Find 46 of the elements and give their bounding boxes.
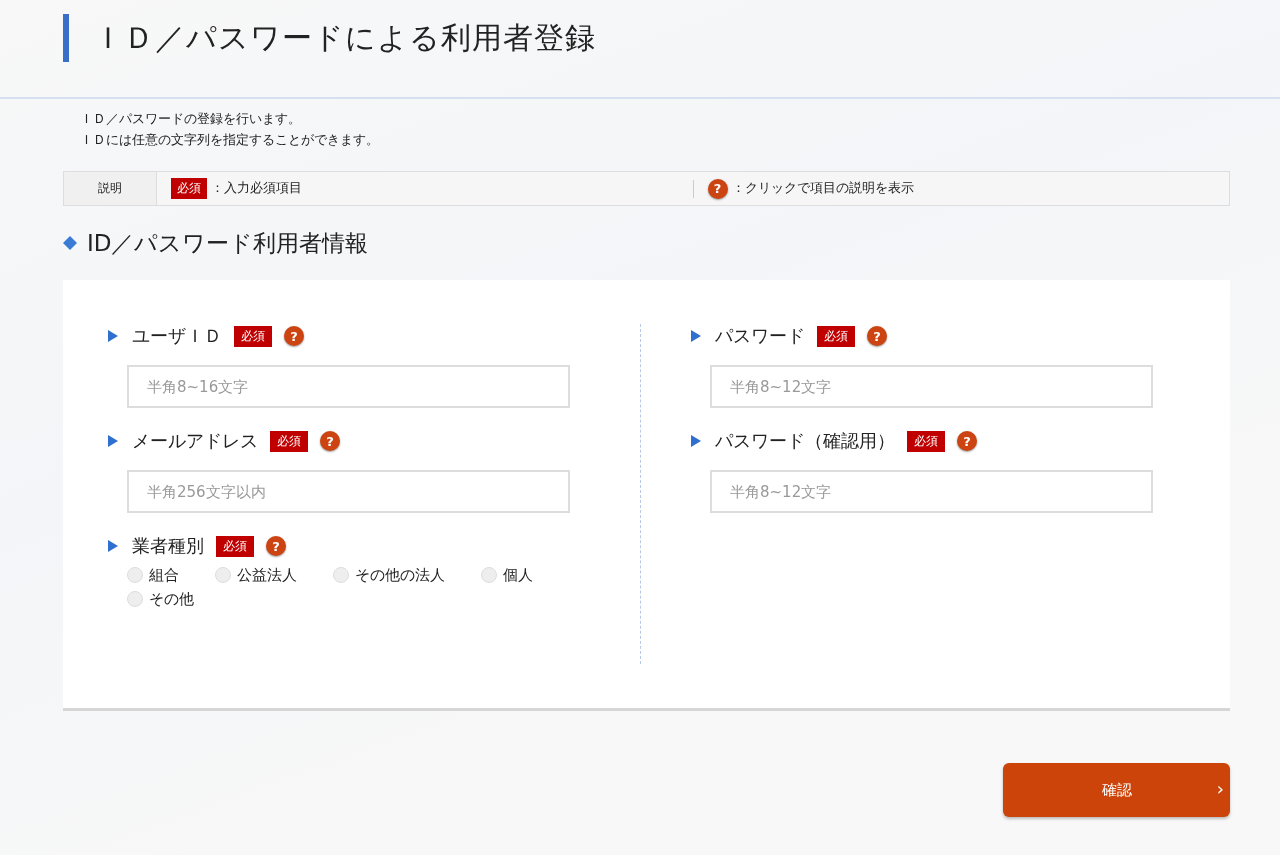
input-field[interactable]: 半角8~12文字: [710, 470, 1153, 513]
required-badge: 必須: [216, 535, 254, 557]
radio-label[interactable]: 組合: [149, 565, 179, 585]
diamond-icon: [63, 236, 77, 250]
required-badge: 必須: [817, 325, 855, 347]
field-label: パスワード（確認用）: [715, 429, 895, 453]
input-field[interactable]: 半角8~16文字: [127, 365, 570, 408]
required-badge: 必須: [234, 325, 272, 347]
radio-label[interactable]: その他の法人: [355, 565, 445, 585]
radio-button[interactable]: [127, 567, 143, 583]
field-label: 業者種別: [132, 534, 204, 558]
help-button[interactable]: ?: [266, 536, 286, 556]
required-badge: 必須: [270, 430, 308, 452]
input-field[interactable]: 半角256文字以内: [127, 470, 570, 513]
radio-button[interactable]: [127, 591, 143, 607]
radio-label[interactable]: 公益法人: [237, 565, 297, 585]
field-label: パスワード: [715, 324, 805, 348]
triangle-icon: [108, 540, 118, 552]
triangle-icon: [108, 330, 118, 342]
confirm-button[interactable]: 確認 ›: [1003, 763, 1230, 817]
triangle-icon: [691, 330, 701, 342]
radio-button[interactable]: [333, 567, 349, 583]
legend-text: ：入力必須項目: [211, 180, 302, 197]
radio-label[interactable]: 個人: [503, 565, 533, 585]
triangle-icon: [108, 435, 118, 447]
intro-text: ＩＤ／パスワードの登録を行います。: [80, 110, 302, 128]
triangle-icon: [691, 435, 701, 447]
help-button[interactable]: ?: [320, 431, 340, 451]
intro-text: ＩＤには任意の文字列を指定することができます。: [80, 131, 380, 149]
page-title: ＩＤ／パスワードによる利用者登録: [63, 14, 1280, 62]
field-label: メールアドレス: [132, 429, 258, 453]
radio-label[interactable]: その他: [149, 589, 194, 609]
radio-button[interactable]: [215, 567, 231, 583]
required-badge: 必須: [171, 178, 207, 199]
help-icon: ?: [707, 178, 728, 199]
required-badge: 必須: [907, 430, 945, 452]
chevron-icon: ›: [1216, 778, 1224, 799]
legend-label: 説明: [64, 172, 157, 205]
help-button[interactable]: ?: [284, 326, 304, 346]
section-title: ID／パスワード利用者情報: [87, 228, 369, 258]
help-button[interactable]: ?: [957, 431, 977, 451]
help-button[interactable]: ?: [867, 326, 887, 346]
legend-text: ：クリックで項目の説明を表示: [731, 180, 914, 197]
field-label: ユーザＩＤ: [132, 324, 222, 348]
input-field[interactable]: 半角8~12文字: [710, 365, 1153, 408]
radio-button[interactable]: [481, 567, 497, 583]
